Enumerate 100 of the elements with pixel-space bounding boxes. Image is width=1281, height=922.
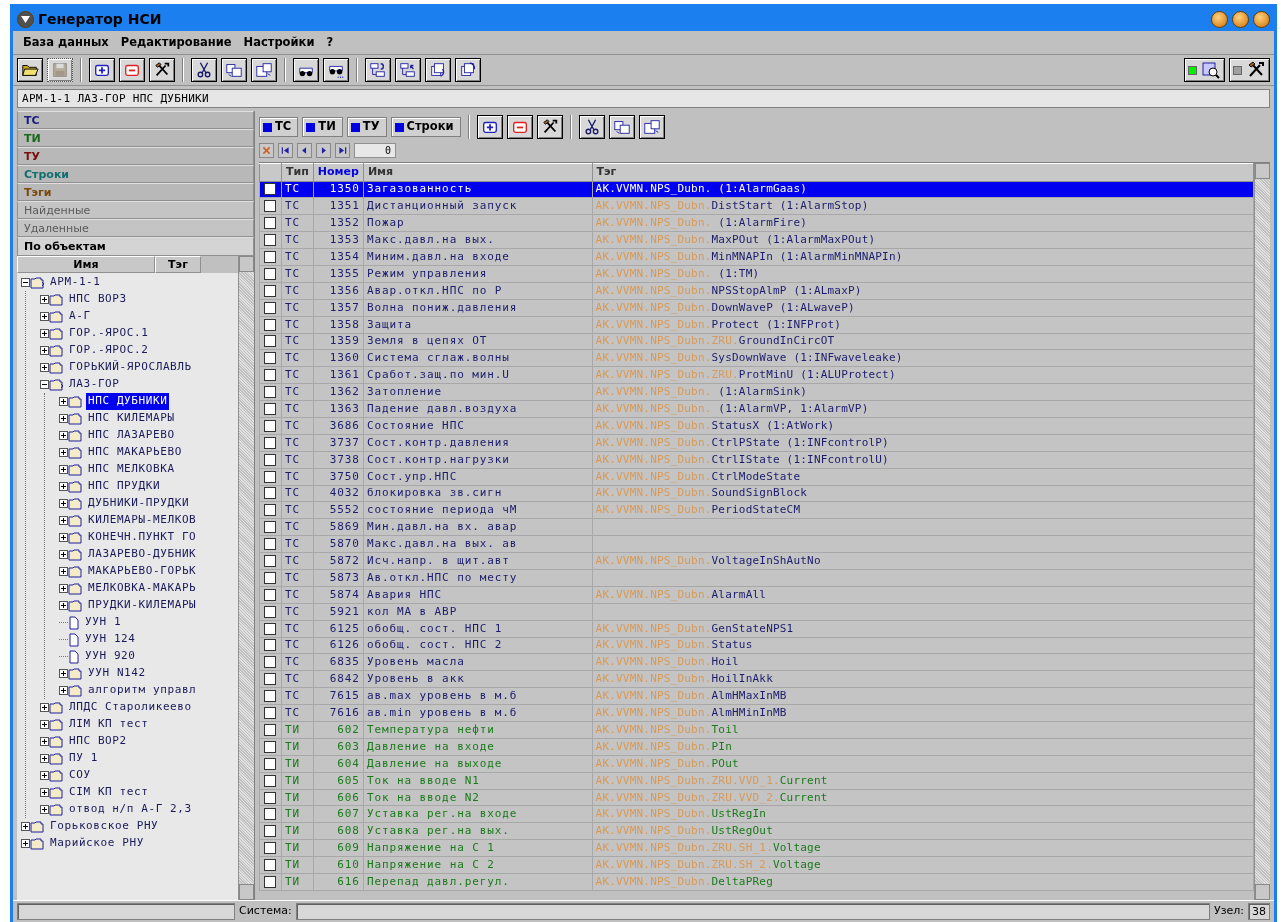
tree-item[interactable]: А-Г (67, 308, 93, 325)
table-row[interactable]: ТС 6125 обобщ. сост. НПС 1 AK.VVMN.NPS_Dubn.GenStateNPS1 (259, 620, 1254, 638)
collapse-toggle[interactable] (21, 278, 30, 287)
filter-toggle[interactable]: ТС (259, 117, 299, 137)
row-checkbox[interactable] (264, 419, 277, 432)
row-checkbox[interactable] (264, 808, 277, 821)
tree-item[interactable]: СОУ (67, 767, 93, 784)
menu-item[interactable]: Настройки (237, 33, 321, 52)
row-checkbox[interactable] (264, 740, 277, 753)
tree-item[interactable]: СІМ КП тест (67, 784, 151, 801)
row-checkbox[interactable] (264, 521, 277, 534)
checkbox[interactable] (263, 122, 272, 132)
tree-item[interactable]: ЛПДС Староликеево (67, 699, 194, 716)
tree-item[interactable]: ЛАЗАРЕВО-ДУБНИК (86, 546, 199, 563)
find-button[interactable] (293, 58, 319, 82)
tree-item[interactable]: алгоритм управл (86, 682, 199, 699)
row-checkbox[interactable] (264, 656, 277, 669)
filter-toggle[interactable]: ТИ (302, 117, 343, 137)
rotate-button[interactable] (425, 58, 451, 82)
table-row[interactable]: ТС 3737 Сост.контр.давления AK.VVMN.NPS_Dubn.CtrlPState (1:INFcontrolP) (259, 434, 1254, 452)
tree-item[interactable]: ГОРЬКИЙ-ЯРОСЛАВЛЬ (67, 359, 194, 376)
row-checkbox[interactable] (264, 335, 277, 348)
row-checkbox[interactable] (264, 723, 277, 736)
collapse-toggle[interactable] (40, 380, 49, 389)
row-checkbox[interactable] (264, 504, 277, 517)
row-checkbox[interactable] (264, 403, 277, 415)
row-checkbox[interactable] (264, 571, 277, 584)
checkbox[interactable] (394, 122, 404, 132)
tree-item[interactable]: НПС ПРУДКИ (86, 478, 163, 495)
table-row[interactable]: ТС 5874 Авария НПС AK.VVMN.NPS_Dubn.AlarmAll (259, 586, 1254, 604)
row-checkbox[interactable] (264, 369, 277, 382)
row-checkbox[interactable] (264, 200, 277, 213)
last-button[interactable] (335, 143, 350, 158)
filter-toggle[interactable]: ТУ (346, 117, 387, 137)
rotate-button[interactable] (455, 58, 481, 82)
tree-item[interactable]: НПС МАКАРЬЕВО (86, 444, 184, 461)
table-row[interactable]: ТС 1360 Система сглаж.волны AK.VVMN.NPS_Dubn.SysDownWave (1:INFwaveleake) (259, 349, 1254, 367)
copy-button[interactable] (608, 115, 635, 139)
table-row[interactable]: ТС 7615 ав.max уровень в м.б AK.VVMN.NPS_Dubn.AlmHMaxInMB (259, 687, 1254, 705)
close-button[interactable] (1253, 10, 1270, 28)
row-checkbox[interactable] (264, 453, 277, 466)
table-row[interactable]: ТС 1356 Авар.откл.НПС по Р AK.VVMN.NPS_Dubn.NPSStopAlmP (1:ALmaxP) (259, 282, 1254, 300)
tree-item[interactable]: НПС МЕЛКОВКА (86, 461, 177, 478)
table-row[interactable]: ТС 1352 Пожар AK.VVMN.NPS_Dubn. (1:AlarmFire) (259, 214, 1254, 232)
column-header[interactable]: Имя (17, 256, 155, 273)
row-checkbox[interactable] (264, 538, 277, 551)
row-checkbox[interactable] (264, 791, 277, 804)
previous-button[interactable] (297, 143, 312, 158)
row-checkbox[interactable] (264, 605, 277, 618)
table-row[interactable]: ТС 1361 Сработ.защ.по мин.U AK.VVMN.NPS_Dubn.ZRU.ProtMinU (1:ALUProtect) (259, 366, 1254, 384)
row-checkbox[interactable] (264, 284, 277, 297)
table-row[interactable]: ТС 1362 Затопление AK.VVMN.NPS_Dubn. (1:AlarmSink) (259, 383, 1254, 401)
tree-item[interactable]: Горьковское РНУ (48, 818, 161, 835)
tree-item[interactable]: МЕЛКОВКА-МАКАРЬ (86, 580, 199, 597)
copy-button[interactable] (221, 58, 247, 82)
view-toggle-button[interactable] (1184, 58, 1225, 82)
row-checkbox[interactable] (264, 774, 277, 787)
sidebar-section[interactable]: ТС (17, 111, 254, 129)
table-row[interactable]: ТС 1359 Земля в цепях ОТ AK.VVMN.NPS_Dubn.ZRU.GroundInCircOT (259, 333, 1254, 350)
tree-item[interactable]: ЛІМ КП тест (67, 716, 151, 733)
scrollbar-thumb[interactable] (239, 272, 254, 884)
checkbox[interactable] (306, 122, 316, 132)
table-row[interactable]: ТС 1357 Волна пониж.давления AK.VVMN.NPS_Dubn.DownWaveP (1:ALwaveP) (259, 299, 1254, 317)
column-header[interactable]: Тэг (592, 163, 1254, 181)
row-checkbox[interactable] (264, 183, 277, 196)
cut-button[interactable] (191, 58, 217, 82)
filter-toggle[interactable]: Строки (390, 117, 461, 137)
column-header[interactable]: Тэг (155, 256, 201, 273)
row-checkbox[interactable] (264, 251, 277, 263)
row-checkbox[interactable] (264, 673, 277, 686)
row-checkbox[interactable] (264, 588, 277, 601)
row-checkbox[interactable] (264, 757, 277, 770)
scrollbar-thumb[interactable] (1255, 179, 1270, 884)
row-checkbox[interactable] (264, 318, 277, 331)
row-checkbox[interactable] (264, 217, 277, 230)
delete-button[interactable] (119, 58, 145, 82)
row-checkbox[interactable] (264, 639, 277, 652)
tree-item[interactable]: НПС ЛАЗАРЕВО (86, 427, 177, 444)
table-row[interactable]: ТС 1354 Миним.давл.на входе AK.VVMN.NPS_Dubn.MinMNAPIn (1:AlarmMinMNAPIn) (259, 248, 1254, 266)
table-row[interactable]: ТС 3738 Сост.контр.нагрузки AK.VVMN.NPS_Dubn.CtrlIState (1:INFcontrolU) (259, 451, 1254, 469)
table-row[interactable]: ТС 1363 Падение давл.воздуха AK.VVMN.NPS_Dubn. (1:AlarmVP, 1:AlarmVP) (259, 400, 1254, 418)
menu-item[interactable]: База данных (17, 33, 115, 52)
row-checkbox[interactable] (264, 487, 277, 500)
row-checkbox[interactable] (264, 267, 277, 280)
row-checkbox[interactable] (264, 842, 277, 855)
first-button[interactable] (278, 143, 293, 158)
menu-item[interactable]: Редактирование (114, 33, 238, 52)
row-checkbox[interactable] (264, 690, 277, 703)
tree-item[interactable]: НПС ДУБНИКИ (86, 393, 170, 410)
tree-item[interactable]: НПС ВОР2 (67, 733, 129, 750)
tree-button[interactable] (395, 58, 421, 82)
tree-item[interactable]: УУН 1 (83, 614, 124, 631)
tree-item[interactable]: АРМ-1-1 (48, 274, 103, 291)
table-row[interactable]: ТС 6842 Уровень в акк AK.VVMN.NPS_Dubn.HoilInAkk (259, 670, 1254, 688)
row-checkbox[interactable] (264, 707, 277, 720)
table-row[interactable]: ТС 1353 Макс.давл.на вых. AK.VVMN.NPS_Dubn.MaxPOut (1:AlarmMaxPOut) (259, 231, 1254, 249)
tools-button[interactable] (149, 58, 175, 82)
table-row[interactable]: ТС 7616 ав.min уровень в м.б AK.VVMN.NPS_Dubn.AlmHMinInMB (259, 704, 1254, 722)
sidebar-section[interactable]: ТУ (17, 147, 254, 165)
tree-item[interactable]: Марийское РНУ (48, 835, 146, 852)
